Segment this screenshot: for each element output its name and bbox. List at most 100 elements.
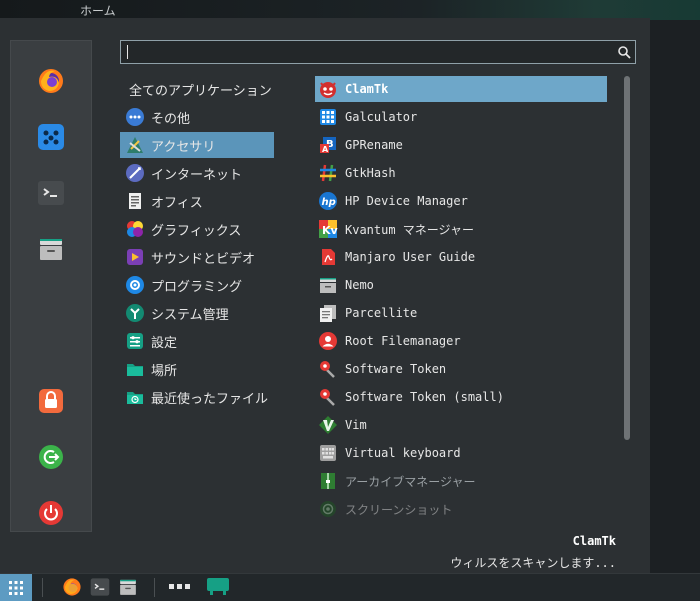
category-recent-files[interactable]: 最近使ったファイル: [120, 384, 280, 410]
workspace-switcher[interactable]: [168, 576, 192, 598]
vim-icon: [319, 416, 337, 434]
app-parcellite[interactable]: Parcellite: [315, 300, 607, 326]
app-label: Galculator: [345, 110, 418, 124]
category-places[interactable]: 場所: [120, 356, 280, 382]
app-label: GtkHash: [345, 166, 396, 180]
taskbar-terminal-launcher[interactable]: [88, 576, 112, 598]
logout-button[interactable]: [33, 439, 69, 475]
app-gtkhash[interactable]: GtkHash: [315, 160, 607, 186]
svg-text:hp: hp: [322, 197, 336, 208]
svg-text:Kv: Kv: [322, 224, 338, 237]
app-label: Vim: [345, 418, 367, 432]
category-programming[interactable]: プログラミング: [120, 272, 280, 298]
system-icon: [126, 304, 144, 322]
taskbar-window-button[interactable]: [206, 576, 230, 598]
programming-icon: [126, 276, 144, 294]
screenshot-icon: [320, 501, 336, 517]
app-vim[interactable]: Vim: [315, 412, 607, 438]
category-system[interactable]: システム管理: [120, 300, 280, 326]
search-input[interactable]: [131, 43, 615, 63]
file-cabinet-icon: [40, 239, 62, 260]
file-cabinet-icon: [120, 579, 136, 595]
app-screenshot[interactable]: スクリーンショット: [315, 496, 607, 522]
app-label: Manjaro User Guide: [345, 250, 476, 264]
app-manjaro-user-guide[interactable]: Manjaro User Guide: [315, 244, 607, 270]
app-label: Virtual keyboard: [345, 446, 461, 460]
category-multimedia[interactable]: サウンドとビデオ: [120, 244, 280, 270]
app-clamtk[interactable]: ClamTk: [315, 76, 607, 102]
workspaces-icon: [169, 584, 190, 589]
category-accessories[interactable]: アクセサリ: [120, 132, 274, 158]
app-label: Root Filemanager: [345, 334, 461, 348]
office-icon: [129, 193, 141, 209]
favorites-panel: [10, 40, 92, 532]
menu-grid-icon: [9, 580, 23, 595]
firefox-icon: [63, 578, 81, 596]
app-galculator[interactable]: Galculator: [315, 104, 607, 130]
search-box[interactable]: [120, 40, 636, 64]
internet-icon: [126, 164, 144, 182]
firefox-favorite-button[interactable]: [33, 63, 69, 99]
app-label: スクリーンショット: [345, 502, 453, 517]
applications-menu-button[interactable]: [0, 574, 32, 601]
other-icon: [126, 108, 144, 126]
graphics-icon: [127, 221, 143, 237]
hash-icon: [320, 164, 336, 182]
category-label: サウンドとビデオ: [151, 251, 256, 267]
taskbar-file-manager-launcher[interactable]: [116, 576, 140, 598]
category-label: システム管理: [151, 307, 229, 323]
category-list: 全てのアプリケーション その他 アクセサリ インターネット オフィス グラフィッ…: [120, 76, 280, 412]
category-settings[interactable]: 設定: [120, 328, 280, 354]
category-all-applications[interactable]: 全てのアプリケーション: [120, 76, 280, 102]
app-virtual-keyboard[interactable]: Virtual keyboard: [315, 440, 607, 466]
category-label: プログラミング: [151, 279, 243, 295]
settings-icon: [127, 333, 143, 349]
token-icon: [320, 389, 335, 406]
app-kvantum-manager[interactable]: Kv Kvantum マネージャー: [315, 216, 607, 242]
app-list-scrollbar[interactable]: [624, 76, 630, 440]
search-icon[interactable]: [617, 45, 631, 59]
gprename-icon: BA: [320, 137, 336, 154]
taskbar-firefox-launcher[interactable]: [60, 576, 84, 598]
archive-icon: [321, 473, 335, 489]
nemo-icon: [320, 278, 336, 293]
app-root-filemanager[interactable]: Root Filemanager: [315, 328, 607, 354]
app-label: ClamTk: [345, 82, 389, 96]
app-hp-device-manager[interactable]: hp HP Device Manager: [315, 188, 607, 214]
firefox-icon: [39, 69, 63, 93]
app-description-title: ClamTk: [572, 534, 616, 548]
pdf-icon: [322, 249, 335, 265]
desktop-label[interactable]: ホーム: [80, 2, 116, 19]
app-nemo[interactable]: Nemo: [315, 272, 607, 298]
shutdown-button[interactable]: [33, 495, 69, 531]
hp-icon: hp: [319, 192, 337, 210]
taskbar-separator: [154, 578, 155, 597]
terminal-icon: [38, 181, 64, 205]
app-archive-manager[interactable]: アーカイブマネージャー: [315, 468, 607, 494]
app-label: Nemo: [345, 278, 374, 292]
app-software-token[interactable]: Software Token: [315, 356, 607, 382]
category-graphics[interactable]: グラフィックス: [120, 216, 280, 242]
category-label: 場所: [151, 363, 178, 379]
app-gprename[interactable]: BA GPRename: [315, 132, 607, 158]
app-software-token-small[interactable]: Software Token (small): [315, 384, 607, 410]
file-manager-favorite-button[interactable]: [33, 231, 69, 267]
application-list: ClamTk Galculator BA GPRename GtkHash hp…: [315, 76, 607, 524]
category-other[interactable]: その他: [120, 104, 280, 130]
terminal-favorite-button[interactable]: [33, 175, 69, 211]
multimedia-icon: [127, 249, 143, 265]
keyboard-icon: [320, 445, 336, 461]
clamtk-icon: [320, 82, 336, 98]
recent-files-icon: [127, 392, 143, 404]
category-label: 最近使ったファイル: [151, 391, 269, 407]
lock-screen-button[interactable]: [33, 383, 69, 419]
kvantum-icon: Kv: [319, 220, 338, 238]
apps-favorite-button[interactable]: [33, 119, 69, 155]
root-user-icon: [319, 332, 337, 350]
app-label: Software Token (small): [345, 390, 504, 404]
category-office[interactable]: オフィス: [120, 188, 280, 214]
category-internet[interactable]: インターネット: [120, 160, 280, 186]
taskbar: [0, 573, 700, 601]
app-label: HP Device Manager: [345, 194, 468, 208]
clipboard-icon: [320, 305, 336, 322]
